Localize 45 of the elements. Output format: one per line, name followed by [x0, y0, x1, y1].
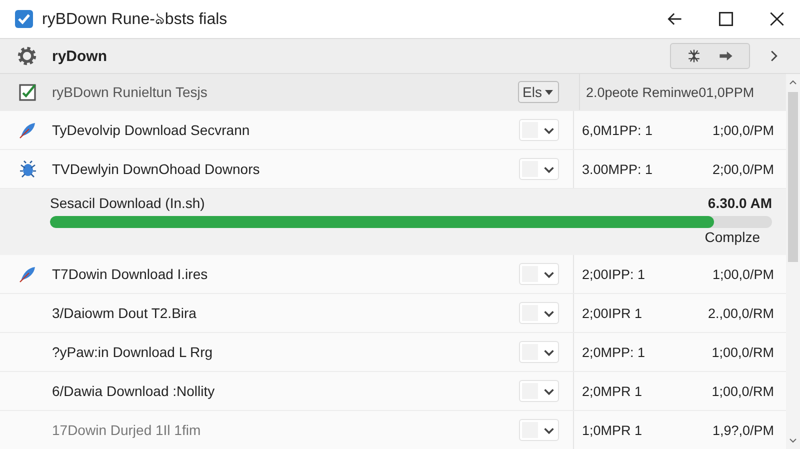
table-cell: 2;0MPP: 1 [573, 333, 678, 371]
download-name: Sesacil Download (In.sh) [50, 195, 205, 211]
row-dropdown[interactable] [519, 380, 559, 402]
toolbar-button-group[interactable] [670, 43, 750, 69]
row-dropdown[interactable] [519, 341, 559, 363]
feather-icon [18, 264, 38, 284]
table-cell-text: 1;00,0/PM [711, 122, 775, 138]
table-cell-text: 1,9?,0/PM [711, 422, 775, 438]
download-name: T7Dowin Download I.ires [52, 266, 209, 282]
download-name: TyDevolvip Download Secvrann [52, 122, 251, 138]
table-cell-text: 1;00,0/PM [711, 266, 775, 282]
settings-icon[interactable] [16, 45, 38, 67]
download-name: TVDewlyin DownOhoad Downors [52, 161, 261, 177]
checkbox-icon [14, 9, 34, 29]
download-name: ?yPaw:in Download L Rrg [52, 344, 214, 360]
table-cell-text: 2.,00,0/RM [706, 306, 775, 320]
scrollbar[interactable] [786, 74, 800, 449]
table-cell-text: 1;00,0/RM [710, 344, 775, 360]
download-name: 3/Daiowm Dout T2.Bira [52, 305, 198, 321]
window-title: ryBDown Rune-ঌbsts fials [42, 10, 228, 30]
download-time: 6.30.0 AM [708, 195, 772, 211]
table-cell: 2;0MPR 1 [573, 372, 678, 410]
table-cell: 2;00IPR 1 [573, 294, 678, 332]
maximize-icon[interactable] [717, 10, 735, 28]
status-label: Complze [704, 229, 760, 245]
download-name: 6/Dawia Download :Nollity [52, 383, 216, 399]
checkbox-icon [18, 82, 38, 102]
header-label: ryBDown Runieltun Tesjs [52, 84, 208, 100]
row-dropdown[interactable] [519, 158, 559, 180]
feather-icon [18, 120, 38, 140]
table-cell: 1;0MPR 1 [573, 411, 678, 449]
download-name: 17Dowin Durjed 1Il 1fim [52, 422, 202, 438]
table-cell-text: 1;00,0/RM [710, 384, 775, 398]
table-cell: 3.00MPP: 1 [573, 150, 678, 188]
row-dropdown[interactable] [519, 119, 559, 141]
close-icon[interactable] [768, 10, 786, 28]
table-cell: 2;00IPP: 1 [573, 255, 678, 293]
caret-icon [544, 87, 554, 97]
row-dropdown[interactable] [519, 419, 559, 441]
table-cell-text: 2;00,0/PM [711, 162, 775, 176]
row-dropdown[interactable] [519, 302, 559, 324]
table-cell: 6,0M1PP: 1 [573, 111, 678, 149]
toolbar-title: ryDown [52, 48, 108, 64]
filter-dropdown[interactable]: Els [518, 81, 559, 103]
row-dropdown[interactable] [519, 263, 559, 285]
